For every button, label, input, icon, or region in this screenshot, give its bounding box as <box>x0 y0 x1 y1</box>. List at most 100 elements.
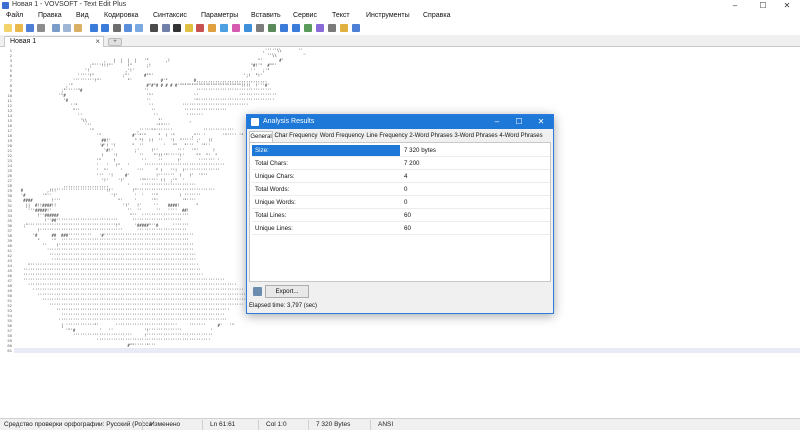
stat-row-unique-chars[interactable]: Unique Chars: 4 <box>252 171 550 183</box>
dialog-maximize-button[interactable]: ☐ <box>509 116 529 128</box>
export-button[interactable]: Export... <box>265 285 309 298</box>
status-modified: Изменено <box>150 421 181 428</box>
tab-char-frequency[interactable]: Char Frequency <box>274 131 318 142</box>
sort-icon[interactable] <box>256 24 264 32</box>
stat-label: Size: <box>255 147 269 154</box>
lock-icon[interactable] <box>340 24 348 32</box>
find-icon[interactable] <box>113 24 121 32</box>
status-divider <box>202 420 203 430</box>
text-line: #""'''''"''' <box>16 343 156 348</box>
stat-row-unique-words[interactable]: Unique Words: 0 <box>252 197 550 209</box>
dedupe-icon[interactable] <box>268 24 276 32</box>
dialog-minimize-button[interactable]: – <box>487 116 507 128</box>
stat-row-unique-lines[interactable]: Unique Lines: 60 <box>252 223 550 235</box>
move-down-icon[interactable] <box>292 24 300 32</box>
menu-options[interactable]: Параметры <box>201 12 238 19</box>
elapsed-time: Elapsed time: 3,797 (sec) <box>249 303 318 309</box>
tab-document-label: Новая 1 <box>10 38 37 45</box>
stat-row-size[interactable]: Size: 7 320 bytes <box>252 145 550 157</box>
dialog-app-icon <box>251 118 259 126</box>
filter-icon[interactable] <box>244 24 252 32</box>
status-size: 7 320 Bytes <box>316 421 351 428</box>
bookmark-icon[interactable] <box>173 24 181 32</box>
calc-icon[interactable] <box>208 24 216 32</box>
stat-row-total-words[interactable]: Total Words: 0 <box>252 184 550 196</box>
tab-2-word-phrases[interactable]: 2-Word Phrases <box>409 131 453 142</box>
menu-edit[interactable]: Правка <box>38 12 62 19</box>
menu-syntax[interactable]: Синтаксис <box>153 12 187 19</box>
help-icon[interactable] <box>352 24 360 32</box>
line-number-gutter: 1 2 3 4 5 6 7 8 9 10 11 12 13 14 15 16 17 18 19 20 21 22 23 24 2… <box>0 48 14 353</box>
move-up-icon[interactable] <box>280 24 288 32</box>
cut-icon[interactable] <box>52 24 60 32</box>
maximize-button[interactable]: ☐ <box>750 0 776 11</box>
save-icon[interactable] <box>26 24 34 32</box>
menu-file[interactable]: Файл <box>6 12 23 19</box>
general-stats-list[interactable]: Size: 7 320 bytes Total Chars: 7 200 Uni… <box>249 142 551 282</box>
tab-document[interactable]: Новая 1 × <box>4 36 104 47</box>
tab-general[interactable]: General <box>249 131 273 142</box>
zoom-icon[interactable] <box>135 24 143 32</box>
stat-row-total-chars[interactable]: Total Chars: 7 200 <box>252 158 550 170</box>
tab-3-word-phrases[interactable]: 3-Word Phrases <box>454 131 498 142</box>
paste-icon[interactable] <box>74 24 82 32</box>
dialog-tab-strip: General Char Frequency Word Frequency Li… <box>249 131 551 142</box>
stat-value: 0 <box>404 199 408 206</box>
tab-close-icon[interactable]: × <box>95 37 100 46</box>
menu-help[interactable]: Справка <box>423 12 450 19</box>
status-encoding[interactable]: ANSI <box>378 421 393 428</box>
status-spellcheck[interactable]: Средство проверки орфографии: Русский (Р… <box>4 421 152 428</box>
dialog-close-button[interactable]: ✕ <box>531 116 551 128</box>
wordwrap-icon[interactable] <box>150 24 158 32</box>
tools-icon[interactable] <box>328 24 336 32</box>
stat-row-total-lines[interactable]: Total Lines: 60 <box>252 210 550 222</box>
close-button[interactable]: ✕ <box>774 0 800 11</box>
case-icon[interactable] <box>185 24 193 32</box>
color-icon[interactable] <box>232 24 240 32</box>
print-icon[interactable] <box>37 24 45 32</box>
new-tab-button[interactable]: + <box>108 38 122 46</box>
tab-4-word-phrases[interactable]: 4-Word Phrases <box>499 131 543 142</box>
stat-label: Total Chars: <box>255 160 289 167</box>
stat-value: 60 <box>404 225 411 232</box>
title-bar: Новая 1 - VOVSOFT - Text Edit Plus – ☐ ✕ <box>0 0 800 11</box>
stat-label: Total Words: <box>255 186 290 193</box>
web-icon[interactable] <box>220 24 228 32</box>
new-icon[interactable] <box>4 24 12 32</box>
dialog-title-bar[interactable]: Analysis Results – ☐ ✕ <box>247 115 553 129</box>
menu-encoding[interactable]: Кодировка <box>104 12 138 19</box>
redo-icon[interactable] <box>101 24 109 32</box>
tab-word-frequency[interactable]: Word Frequency <box>319 131 365 142</box>
menu-bar: Файл Правка Вид Кодировка Синтаксис Пара… <box>0 11 800 21</box>
minimize-button[interactable]: – <box>722 0 748 11</box>
stat-value: 0 <box>404 186 408 193</box>
status-bar: Средство проверки орфографии: Русский (Р… <box>0 418 800 430</box>
tab-line-frequency[interactable]: Line Frequency <box>366 131 408 142</box>
menu-tools[interactable]: Инструменты <box>366 12 410 19</box>
replace-icon[interactable] <box>124 24 132 32</box>
app-logo-icon <box>2 2 9 9</box>
status-divider <box>308 420 309 430</box>
menu-view[interactable]: Вид <box>76 12 89 19</box>
date-icon[interactable] <box>196 24 204 32</box>
menu-service[interactable]: Сервис <box>293 12 317 19</box>
dialog-button-area: Export... <box>249 282 551 302</box>
undo-icon[interactable] <box>90 24 98 32</box>
menu-insert[interactable]: Вставить <box>251 12 281 19</box>
copy-icon[interactable] <box>63 24 71 32</box>
app-window: Новая 1 - VOVSOFT - Text Edit Plus – ☐ ✕… <box>0 0 800 430</box>
status-divider <box>142 420 143 430</box>
stat-label: Unique Chars: <box>255 173 295 180</box>
status-divider <box>370 420 371 430</box>
open-icon[interactable] <box>15 24 23 32</box>
selection-highlight <box>252 145 400 156</box>
stat-label: Unique Words: <box>255 199 296 206</box>
analysis-results-dialog: Analysis Results – ☐ ✕ General Char Freq… <box>246 114 554 314</box>
stat-label: Total Lines: <box>255 212 287 219</box>
menu-text[interactable]: Текст <box>332 12 350 19</box>
export-icon <box>253 287 262 296</box>
encrypt-icon[interactable] <box>316 24 324 32</box>
status-divider <box>258 420 259 430</box>
stats-icon[interactable] <box>304 24 312 32</box>
settings-icon[interactable] <box>162 24 170 32</box>
